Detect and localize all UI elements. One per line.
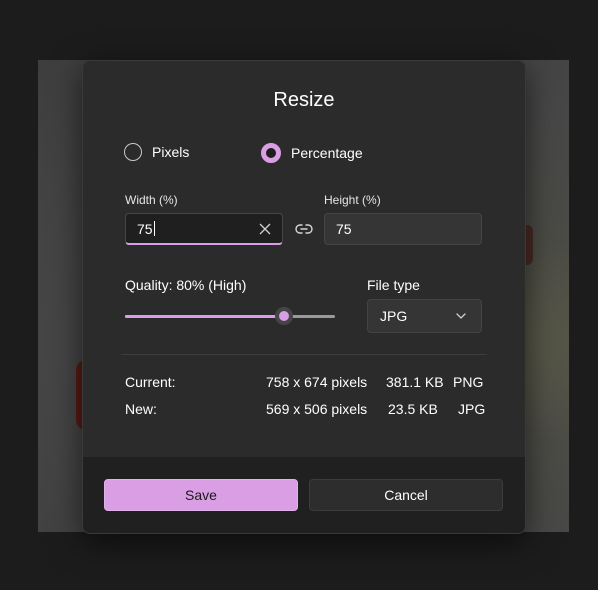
current-dimensions: 758 x 674 pixels xyxy=(266,374,368,390)
width-value: 75 xyxy=(137,220,153,237)
new-size: 23.5 KB xyxy=(388,401,438,417)
divider xyxy=(121,354,487,355)
dialog-title: Resize xyxy=(273,89,335,111)
slider-fill xyxy=(125,315,284,318)
quality-label: Quality: 80% (High) xyxy=(125,277,247,293)
height-label: Height (%) xyxy=(324,193,381,207)
radio-label: Pixels xyxy=(152,144,190,160)
new-format: JPG xyxy=(458,401,486,417)
file-type-value: JPG xyxy=(380,308,408,324)
radio-percentage[interactable]: Percentage xyxy=(261,143,363,163)
slider-thumb-inner xyxy=(279,311,289,321)
height-input[interactable]: 75 xyxy=(324,213,482,245)
dialog-footer: Save Cancel xyxy=(83,457,525,533)
file-type-label: File type xyxy=(367,277,420,293)
radio-circle xyxy=(124,143,142,161)
new-label: New: xyxy=(125,401,157,417)
radio-pixels[interactable]: Pixels xyxy=(124,143,189,161)
file-type-dropdown[interactable]: JPG xyxy=(367,299,482,333)
quality-slider[interactable] xyxy=(125,305,335,327)
current-size: 381.1 KB xyxy=(386,374,444,390)
current-label: Current: xyxy=(125,374,176,390)
radio-circle-checked xyxy=(261,143,281,163)
resize-dialog: Resize Pixels Percentage Width (%) 75 He… xyxy=(82,60,526,534)
new-dimensions: 569 x 506 pixels xyxy=(266,401,368,417)
chevron-down-icon xyxy=(456,313,466,319)
height-value: 75 xyxy=(336,221,352,237)
save-button[interactable]: Save xyxy=(104,479,298,511)
close-icon[interactable] xyxy=(258,222,272,236)
link-icon[interactable] xyxy=(295,222,313,236)
radio-label: Percentage xyxy=(291,145,363,161)
text-caret xyxy=(153,221,155,236)
width-input[interactable]: 75 xyxy=(125,213,283,245)
app-window: Resize Pixels Percentage Width (%) 75 He… xyxy=(0,0,598,590)
current-format: PNG xyxy=(453,374,484,390)
cancel-button[interactable]: Cancel xyxy=(309,479,503,511)
slider-thumb[interactable] xyxy=(275,307,293,325)
width-label: Width (%) xyxy=(125,193,178,207)
